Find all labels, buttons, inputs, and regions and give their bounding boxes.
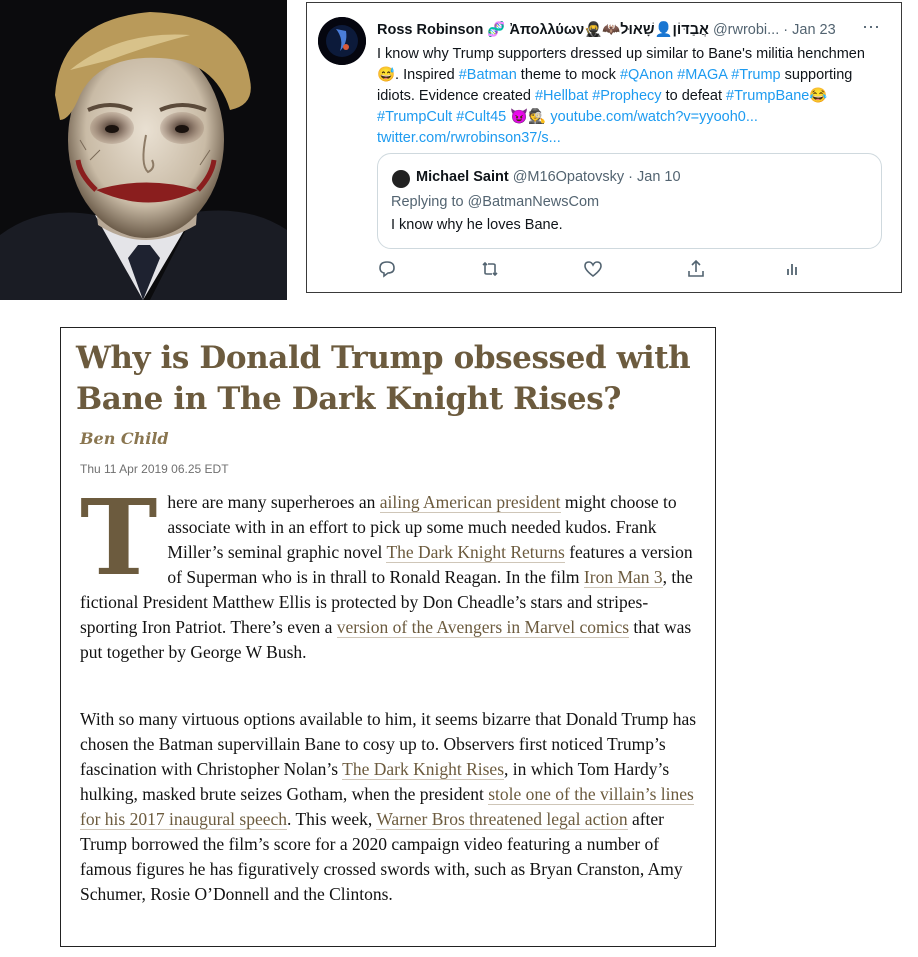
hashtag-link[interactable]: #Cult45: [456, 109, 506, 125]
profile-avatar[interactable]: [318, 17, 366, 65]
article-paragraph: There are many superheroes an ailing Ame…: [80, 476, 700, 665]
hashtag-link[interactable]: #QAnon: [620, 67, 673, 83]
article-paragraph: With so many virtuous options available …: [80, 707, 700, 907]
author-handle[interactable]: @rwrobi...: [709, 22, 779, 38]
hashtag-link[interactable]: #TrumpCult: [377, 109, 452, 125]
article-headline: Why is Donald Trump obsessed with Bane i…: [76, 340, 691, 417]
article-link[interactable]: Warner Bros threatened legal action: [376, 809, 628, 830]
tweet-header: Ross Robinson 🧬 Ἀπολλύων🥷🦇אֲבַדּוֹן👤שָׁא…: [377, 21, 897, 43]
quoted-author-handle[interactable]: @M16Opatovsky: [509, 169, 624, 185]
quoted-tweet[interactable]: Michael Saint @M16Opatovsky · Jan 10 Rep…: [377, 153, 882, 249]
hashtag-link[interactable]: #MAGA: [677, 67, 727, 83]
publish-date: Thu 11 Apr 2019 06.25 EDT: [80, 462, 229, 476]
article-link[interactable]: The Dark Knight Rises: [342, 759, 505, 780]
article-link[interactable]: The Dark Knight Returns: [386, 542, 565, 563]
tweet-actions: [377, 259, 817, 281]
youtube-link[interactable]: youtube.com/watch?v=yyooh0...: [550, 109, 758, 125]
more-options-icon[interactable]: ⋯: [862, 17, 881, 38]
tweet-text-segment: 😈🕵: [506, 109, 551, 125]
article-link[interactable]: version of the Avengers in Marvel comics: [336, 617, 630, 638]
quoted-tweet-header: Michael Saint @M16Opatovsky · Jan 10: [416, 169, 681, 185]
guardian-article: Why is Donald Trump obsessed with Bane i…: [60, 327, 716, 947]
author-byline[interactable]: Ben Child: [80, 429, 169, 448]
article-link[interactable]: ailing American president: [379, 492, 561, 513]
quoted-tweet-date[interactable]: · Jan 10: [624, 169, 680, 185]
tweet-text-segment: to defeat: [661, 88, 727, 104]
paragraph-text: . This week,: [287, 809, 377, 829]
paragraph-text: here are many superheroes an: [167, 492, 380, 512]
author-name[interactable]: Ross Robinson: [377, 22, 483, 38]
share-icon[interactable]: [686, 259, 706, 279]
author-name-suffix[interactable]: 🧬 Ἀπολλύων🥷🦇אֲבַדּוֹן👤שָׁאוּל: [483, 22, 709, 38]
hashtag-link[interactable]: #Trump: [731, 67, 780, 83]
tweet-text-segment: 😂: [809, 88, 828, 104]
tweet-text-segment: theme to mock: [516, 67, 620, 83]
hashtag-link[interactable]: #Prophecy: [592, 88, 661, 104]
analytics-icon[interactable]: [782, 259, 802, 279]
article-link[interactable]: Iron Man 3: [583, 567, 663, 588]
joker-trump-photo: [0, 0, 287, 300]
hashtag-link[interactable]: #TrumpBane: [726, 88, 809, 104]
quoted-tweet-text: I know why he loves Bane.: [391, 217, 563, 233]
tweet-card[interactable]: Ross Robinson 🧬 Ἀπολλύων🥷🦇אֲבַדּוֹן👤שָׁא…: [306, 2, 902, 293]
tweet-text: I know why Trump supporters dressed up s…: [377, 44, 887, 149]
hashtag-link[interactable]: #Batman: [459, 67, 517, 83]
like-icon[interactable]: [583, 259, 603, 279]
quoted-author-avatar: [392, 170, 410, 188]
retweet-icon[interactable]: [480, 259, 500, 279]
tweet-date[interactable]: Jan 23: [792, 22, 836, 38]
quoted-author-name[interactable]: Michael Saint: [416, 169, 509, 185]
header-separator: ·: [779, 22, 793, 38]
replying-to: Replying to @BatmanNewsCom: [391, 194, 600, 210]
reply-icon[interactable]: [377, 259, 397, 279]
hashtag-link[interactable]: #Hellbat: [535, 88, 588, 104]
drop-cap: T: [80, 476, 158, 599]
twitter-link[interactable]: twitter.com/rwrobinson37/s...: [377, 130, 561, 146]
